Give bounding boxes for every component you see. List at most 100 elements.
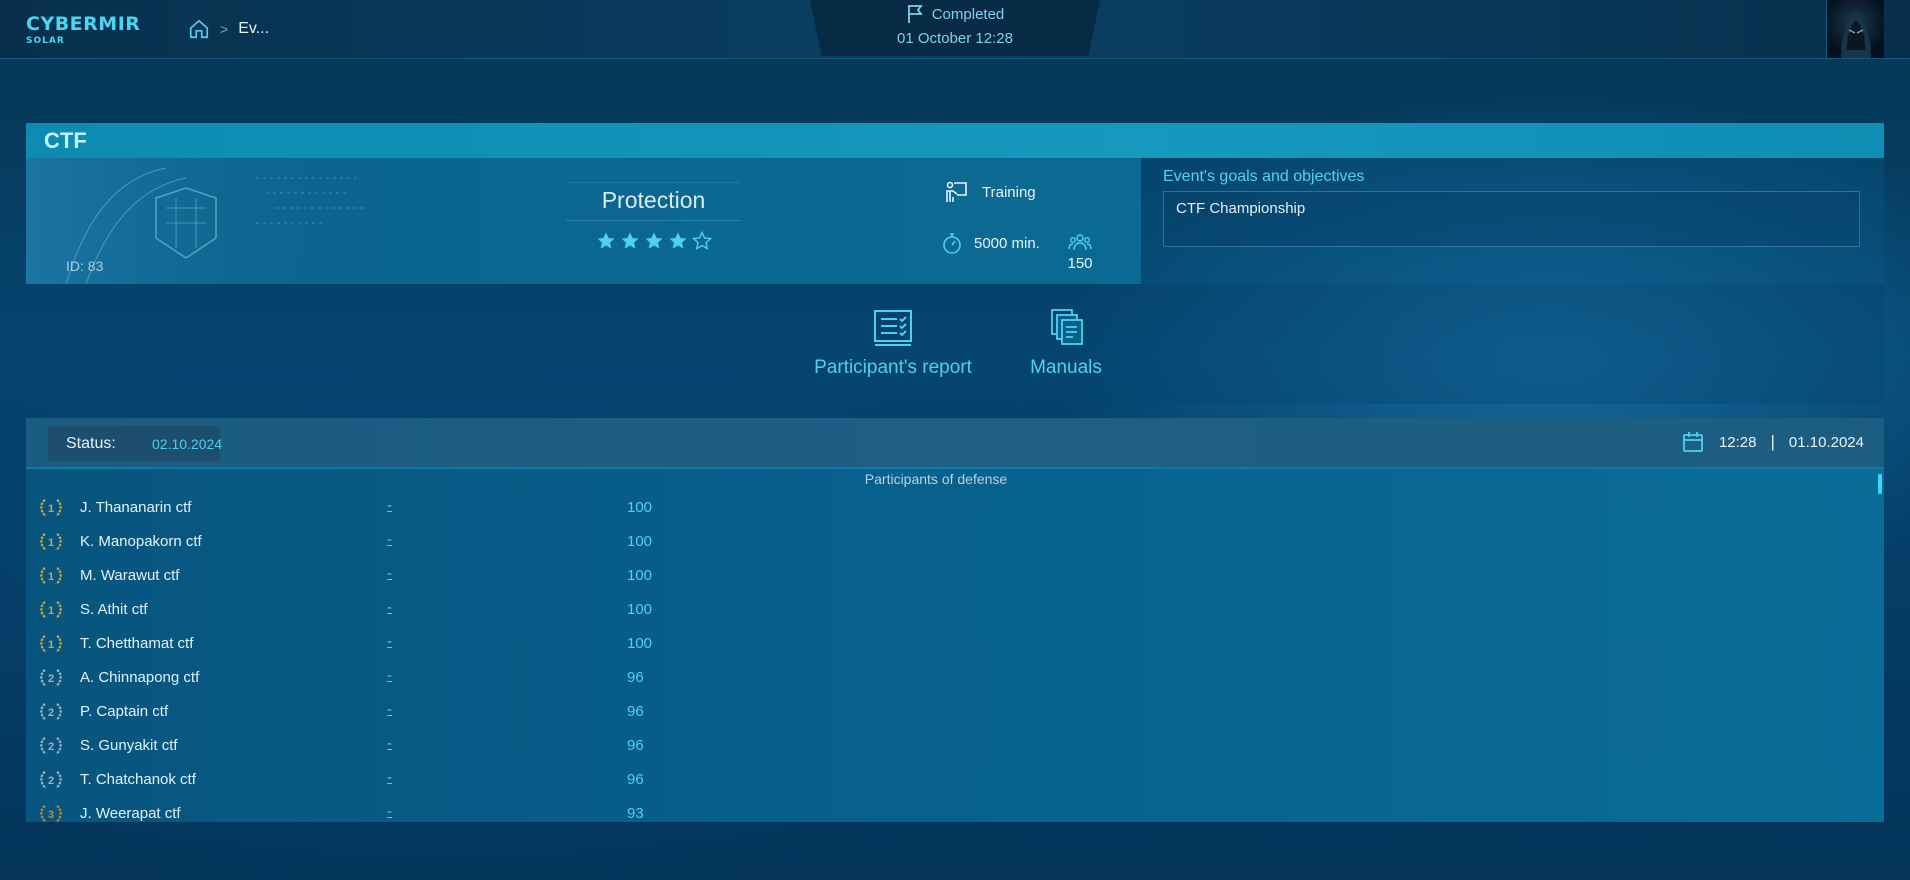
breadcrumb: > Ev... [188,18,269,40]
participant-name: T. Chetthamat ctf [80,635,194,652]
participant-score: 100 [627,499,653,516]
participant-score: 93 [627,805,644,822]
table-row[interactable]: 1 M. Warawut ctf - 100 [26,559,1866,593]
participant-name: M. Warawut ctf [80,567,180,584]
manuals-documents-icon [1051,309,1083,345]
participant-team-link[interactable]: - [387,769,392,786]
participant-score: 96 [627,737,644,754]
logo[interactable]: CYBERMIR SOLAR [26,14,140,46]
report-checklist-icon [874,310,912,346]
results-panel: Status: 02.10.2024 12:28 | 01.10.2024 Pa… [26,418,1884,823]
participant-team-link[interactable]: - [387,531,392,548]
table-row[interactable]: 2 A. Chinnapong ctf - 96 [26,661,1866,695]
participants-report-button[interactable]: Participant's report [783,307,1003,379]
event-info-panel: ID: 83 Protection Training 5000 min. 150 [26,158,1141,284]
place-laurel-icon: 2 [40,669,62,687]
participants-label: 150 [1067,255,1093,272]
place-laurel-icon: 1 [40,567,62,585]
place-laurel-icon: 1 [40,601,62,619]
table-row[interactable]: 2 T. Chatchanok ctf - 96 [26,763,1866,797]
participant-name: J. Thananarin ctf [80,499,192,516]
star-empty-icon [691,231,712,251]
status-value: 02.10.2024 [152,436,223,452]
manuals-label: Manuals [1030,357,1102,378]
participant-team-link[interactable]: - [387,667,392,684]
participant-score: 96 [627,771,644,788]
participant-name: S. Athit ctf [80,601,148,618]
place-number: 2 [48,673,54,685]
event-status-tab: Completed 01 October 12:28 [810,0,1100,56]
avatar[interactable] [1826,0,1884,58]
table-row[interactable]: 1 T. Chetthamat ctf - 100 [26,627,1866,661]
table-row[interactable]: 2 P. Captain ctf - 96 [26,695,1866,729]
table-row[interactable]: 1 J. Thananarin ctf - 100 [26,491,1866,525]
participant-team-link[interactable]: - [387,701,392,718]
participant-team-link[interactable]: - [387,565,392,582]
status-text: Completed [931,5,1005,23]
participant-team-link[interactable]: - [387,803,392,820]
table-row[interactable]: 2 S. Gunyakit ctf - 96 [26,729,1866,763]
goals-title: Event's goals and objectives [1163,168,1365,185]
place-number: 1 [48,537,54,549]
place-laurel-icon: 1 [40,635,62,653]
top-bar: CYBERMIR SOLAR > Ev... Completed 01 Octo… [0,0,1910,59]
section-title: Participants of defense [864,471,1008,487]
table-row[interactable]: 1 K. Manopakorn ctf - 100 [26,525,1866,559]
results-datetime: 12:28 | 01.10.2024 [1681,430,1864,454]
star-filled-icon [597,232,614,249]
hooded-figure-icon [1841,12,1871,58]
event-type: Training [944,180,1036,204]
place-number: 1 [48,639,54,651]
place-laurel-icon: 1 [40,499,62,517]
place-number: 1 [48,605,54,617]
datetime-divider: | [1770,432,1775,451]
event-type-label: Training [982,183,1036,201]
status-datetime: 01 October 12:28 [897,30,1013,47]
place-number: 2 [48,707,54,719]
place-number: 1 [48,571,54,583]
participant-score: 96 [627,703,644,720]
participants-list: 1 J. Thananarin ctf - 100 1 K. Manopakorn ctf… [26,491,1866,831]
participant-name: S. Gunyakit ctf [80,737,178,754]
participants-report-label: Participant's report [814,357,972,378]
scrollbar-thumb[interactable] [1878,474,1882,494]
participant-score: 96 [627,669,644,686]
participant-team-link[interactable]: - [387,633,392,650]
people-icon [1068,234,1092,251]
place-number: 2 [48,775,54,787]
place-laurel-icon: 2 [40,703,62,721]
event-title-bar: CTF [26,123,1884,158]
table-row[interactable]: 3 J. Weerapat ctf - 93 [26,797,1866,831]
participant-name: K. Manopakorn ctf [80,533,202,550]
participant-score: 100 [627,635,653,652]
participant-team-link[interactable]: - [387,497,392,514]
logo-sub-text: SOLAR [26,36,65,46]
difficulty-rating [566,231,741,251]
category-name: Protection [566,182,741,221]
flag-icon [907,5,923,23]
event-title: CTF [44,128,87,153]
participant-team-link[interactable]: - [387,599,392,616]
participant-name: J. Weerapat ctf [80,805,181,822]
participant-team-link[interactable]: - [387,735,392,752]
event-duration: 5000 min. [940,231,1040,255]
manuals-button[interactable]: Manuals [996,307,1136,379]
calendar-icon[interactable] [1681,430,1705,454]
results-header: Status: 02.10.2024 12:28 | 01.10.2024 [26,418,1884,469]
place-laurel-icon: 1 [40,533,62,551]
participant-name: A. Chinnapong ctf [80,669,200,686]
place-laurel-icon: 2 [40,771,62,789]
place-laurel-icon: 2 [40,737,62,755]
status-chip: Status: 02.10.2024 [48,426,223,461]
event-category: Protection [566,182,741,251]
star-filled-icon [621,232,638,249]
results-time: 12:28 [1718,433,1757,451]
table-row[interactable]: 1 S. Athit ctf - 100 [26,593,1866,627]
results-date: 01.10.2024 [1788,433,1864,451]
breadcrumb-current[interactable]: Ev... [238,20,269,38]
star-filled-icon [669,232,686,249]
participant-name: P. Captain ctf [80,703,169,720]
home-icon[interactable] [188,18,210,40]
place-number: 1 [48,503,54,515]
place-laurel-icon: 3 [40,805,62,823]
